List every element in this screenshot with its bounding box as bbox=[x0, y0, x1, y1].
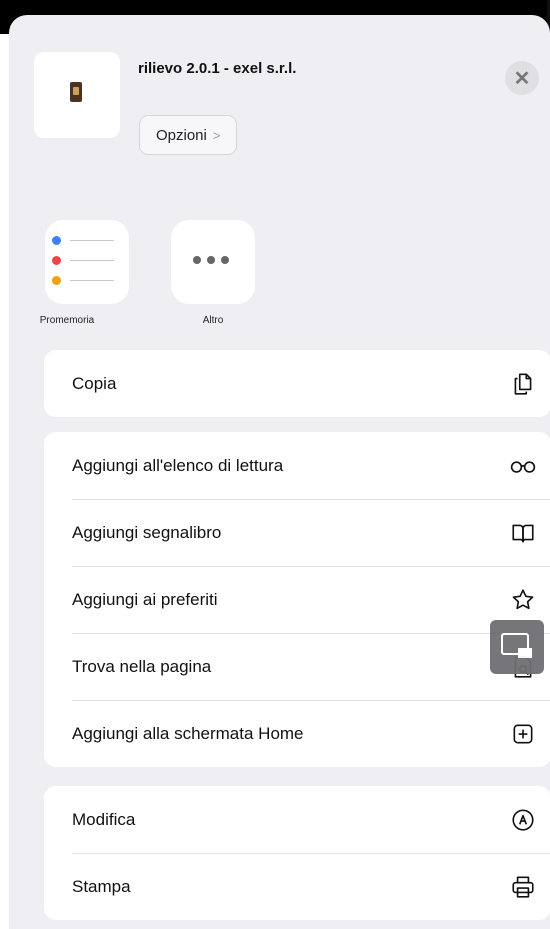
action-label: Copia bbox=[72, 373, 117, 393]
share-sheet: rilievo 2.0.1 - exel s.r.l. Opzioni > ✕ … bbox=[9, 15, 550, 929]
action-label: Trova nella pagina bbox=[72, 656, 212, 676]
markup-icon bbox=[509, 806, 537, 834]
page-title: rilievo 2.0.1 - exel s.r.l. bbox=[138, 60, 297, 77]
action-label: Aggiungi all'elenco di lettura bbox=[72, 455, 284, 475]
action-markup[interactable]: Modifica bbox=[44, 786, 550, 853]
action-label: Aggiungi alla schermata Home bbox=[72, 723, 304, 743]
printer-icon bbox=[509, 873, 537, 901]
app-label: Altro bbox=[202, 315, 224, 326]
actions-group-copy: Copia bbox=[44, 350, 550, 417]
app-more[interactable]: Altro bbox=[171, 220, 255, 326]
add-square-icon bbox=[509, 720, 537, 748]
reminders-icon bbox=[45, 220, 129, 304]
action-add-home[interactable]: Aggiungi alla schermata Home bbox=[44, 700, 550, 767]
action-label: Stampa bbox=[72, 876, 131, 896]
app-label: Promemoria bbox=[39, 315, 95, 326]
action-label: Aggiungi ai preferiti bbox=[72, 589, 218, 609]
close-icon: ✕ bbox=[513, 67, 531, 90]
app-reminders[interactable]: Promemoria bbox=[40, 220, 129, 326]
glasses-icon bbox=[509, 452, 537, 480]
action-bookmark[interactable]: Aggiungi segnalibro bbox=[44, 499, 550, 566]
action-find-in-page[interactable]: Trova nella pagina bbox=[44, 633, 550, 700]
options-label: Opzioni bbox=[156, 126, 207, 144]
options-button[interactable]: Opzioni > bbox=[139, 115, 238, 155]
chevron-right-icon: > bbox=[212, 127, 221, 143]
star-icon bbox=[509, 586, 537, 614]
copy-icon bbox=[509, 370, 537, 398]
page-thumbnail bbox=[34, 52, 120, 138]
picture-in-picture-button[interactable] bbox=[490, 620, 544, 674]
more-icon bbox=[171, 220, 255, 304]
actions-group-browser: Aggiungi all'elenco di lettura Aggiungi … bbox=[44, 432, 550, 767]
actions-group-edit: Modifica Stampa bbox=[44, 786, 550, 920]
action-label: Modifica bbox=[72, 809, 136, 829]
close-button[interactable]: ✕ bbox=[505, 61, 539, 95]
device-image bbox=[70, 82, 82, 102]
action-print[interactable]: Stampa bbox=[44, 853, 550, 920]
book-icon bbox=[509, 519, 537, 547]
action-label: Aggiungi segnalibro bbox=[72, 522, 222, 542]
action-copy[interactable]: Copia bbox=[44, 350, 550, 417]
action-favorites[interactable]: Aggiungi ai preferiti bbox=[44, 566, 550, 633]
action-reading-list[interactable]: Aggiungi all'elenco di lettura bbox=[44, 432, 550, 499]
